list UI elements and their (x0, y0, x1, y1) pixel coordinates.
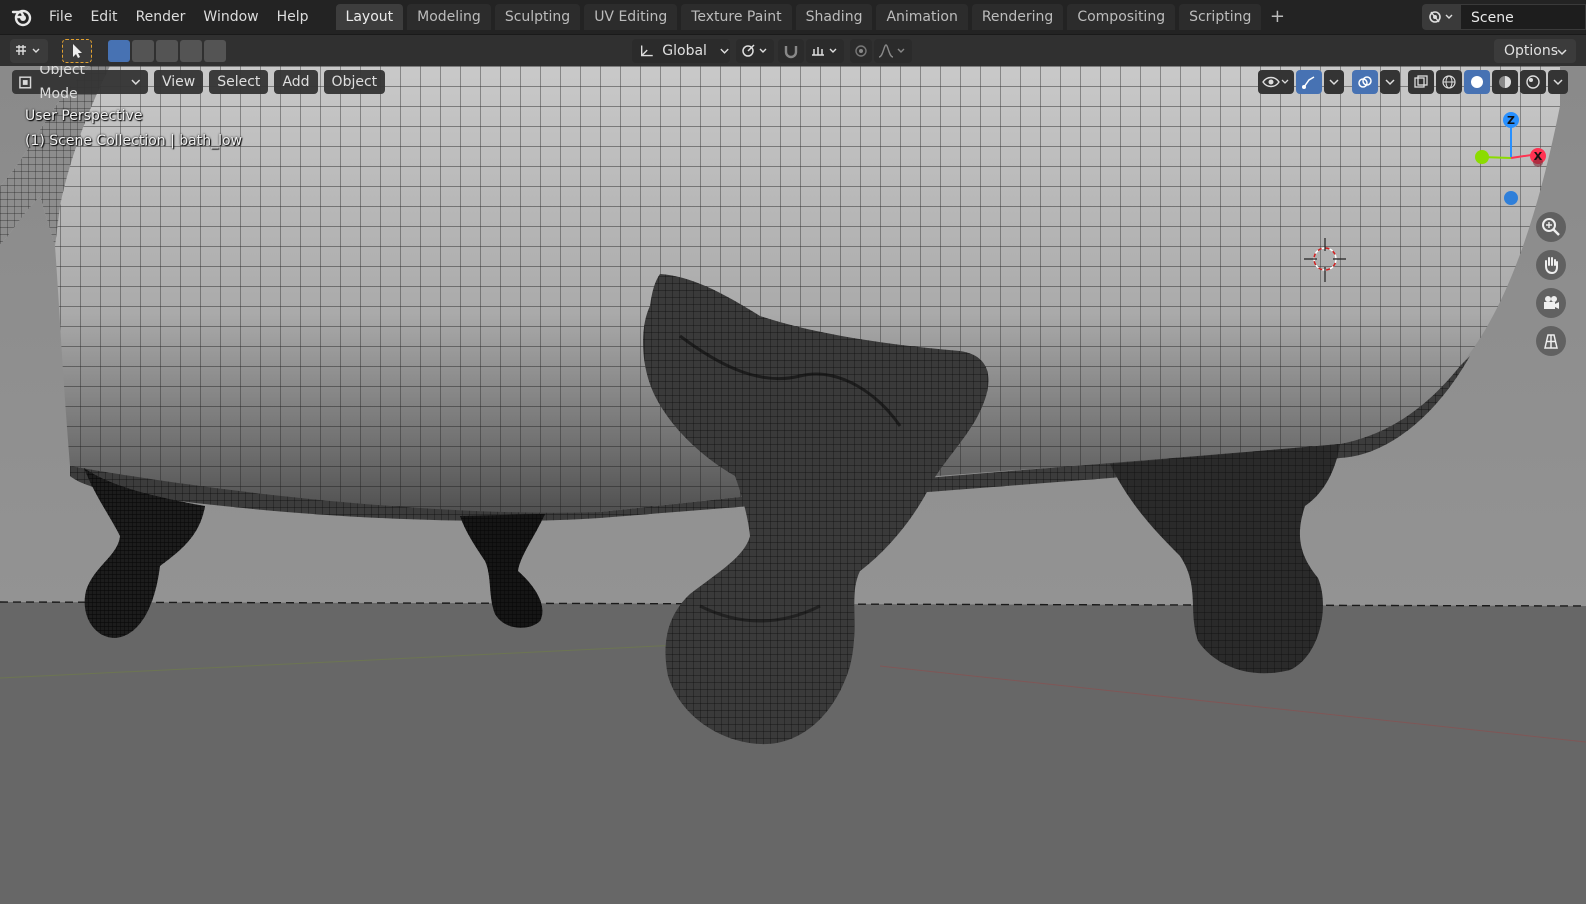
select-intersect-button[interactable] (204, 40, 226, 62)
scene-name-field[interactable]: Scene (1460, 4, 1586, 30)
eye-icon (1262, 76, 1289, 88)
tool-header: Global Options (0, 34, 1586, 66)
scene-icon[interactable] (1422, 4, 1460, 30)
tab-uv-editing[interactable]: UV Editing (584, 4, 678, 30)
gizmo-icon (1302, 76, 1315, 89)
chevron-down-icon (1385, 79, 1395, 86)
zoom-magnifier-icon (1542, 218, 1560, 236)
scene-selector[interactable]: Scene (1422, 4, 1586, 30)
collection-label: (1) Scene Collection | bath_low (25, 133, 243, 149)
chevron-down-icon (131, 79, 141, 85)
select-tool-button[interactable] (62, 39, 92, 63)
workspace-tabs: Layout Modeling Sculpting UV Editing Tex… (335, 0, 1290, 34)
viewport-header: Object Mode View Select Add Object (12, 66, 386, 102)
editor-type-button[interactable] (10, 39, 48, 63)
pivot-point-dropdown[interactable] (736, 39, 774, 63)
tab-compositing[interactable]: Compositing (1067, 4, 1176, 30)
chevron-down-icon (1553, 79, 1563, 86)
tab-sculpting[interactable]: Sculpting (494, 4, 581, 30)
editor-type-icon (16, 45, 40, 55)
menu-file[interactable]: File (40, 4, 81, 30)
shading-wireframe-button[interactable] (1436, 70, 1462, 94)
overlays-icon (1358, 76, 1372, 88)
object-mode-icon (19, 76, 32, 89)
tab-texture-paint[interactable]: Texture Paint (681, 4, 792, 30)
gizmo-dropdown[interactable] (1324, 70, 1344, 94)
tab-modeling[interactable]: Modeling (407, 4, 491, 30)
object-mode-label: Object Mode (39, 66, 86, 102)
navigation-gizmo[interactable]: Z X (1466, 112, 1556, 212)
chevron-down-icon (1557, 49, 1567, 56)
3d-viewport[interactable]: Object Mode View Select Add Object User … (0, 66, 1586, 904)
tab-scripting[interactable]: Scripting (1179, 4, 1262, 30)
gizmo-toggle-button[interactable] (1296, 70, 1322, 94)
viewport-shading-tools (1258, 70, 1568, 94)
hand-icon (1545, 257, 1558, 275)
shading-rendered-button[interactable] (1520, 70, 1546, 94)
viewport-menu-select[interactable]: Select (209, 70, 269, 94)
menu-render[interactable]: Render (127, 4, 195, 30)
proportional-falloff-dropdown[interactable] (874, 39, 912, 63)
menu-help[interactable]: Help (268, 4, 318, 30)
visibility-dropdown[interactable] (1258, 70, 1294, 94)
snap-toggle-button[interactable] (778, 39, 804, 63)
axis-orientation-icon (640, 45, 653, 57)
object-mode-dropdown[interactable]: Object Mode (12, 66, 148, 102)
grid-perspective-icon (1544, 334, 1558, 349)
overlays-toggle-button[interactable] (1352, 70, 1378, 94)
solid-sphere-icon (1471, 76, 1483, 88)
tab-rendering[interactable]: Rendering (971, 4, 1064, 30)
gizmo-x-label: X (1534, 150, 1543, 163)
options-dropdown[interactable]: Options (1494, 39, 1576, 63)
viewport-menu-object[interactable]: Object (323, 70, 386, 94)
blender-logo-icon[interactable] (8, 3, 36, 31)
pan-button[interactable] (1536, 250, 1566, 280)
overlays-dropdown[interactable] (1380, 70, 1400, 94)
transform-orientation-dropdown[interactable]: Global (632, 39, 730, 63)
camera-icon (1544, 296, 1559, 309)
camera-view-button[interactable] (1536, 288, 1566, 318)
pivot-icon (742, 44, 767, 57)
ortho-toggle-button[interactable] (1536, 326, 1566, 356)
snap-increment-icon (812, 47, 837, 56)
chevron-down-icon (1329, 79, 1339, 86)
select-invert-button[interactable] (180, 40, 202, 62)
viewport-scene (0, 66, 1586, 904)
add-workspace-button[interactable]: + (1265, 4, 1289, 30)
magnet-icon (784, 46, 798, 59)
select-new-button[interactable] (108, 40, 130, 62)
chevron-down-icon (720, 48, 729, 54)
tab-shading[interactable]: Shading (795, 4, 873, 30)
cursor-arrow-icon (73, 44, 82, 58)
falloff-curve-icon (878, 44, 905, 58)
xray-icon (1414, 75, 1428, 88)
top-menu-bar: File Edit Render Window Help Layout Mode… (0, 0, 1586, 34)
transform-orientation-label: Global (662, 43, 707, 59)
proportional-edit-icon (855, 45, 867, 57)
select-subtract-button[interactable] (156, 40, 178, 62)
perspective-label: User Perspective (25, 108, 143, 124)
options-label: Options (1504, 43, 1559, 59)
wireframe-sphere-icon (1442, 75, 1456, 89)
select-extend-button[interactable] (132, 40, 154, 62)
menu-edit[interactable]: Edit (81, 4, 126, 30)
xray-toggle-button[interactable] (1408, 70, 1434, 94)
snap-target-dropdown[interactable] (806, 39, 844, 63)
zoom-button[interactable] (1536, 212, 1566, 242)
axis-gizmo-icon: Z X (1475, 112, 1546, 205)
shading-solid-button[interactable] (1464, 70, 1490, 94)
viewport-menu-add[interactable]: Add (274, 70, 318, 94)
gizmo-z-label: Z (1507, 114, 1515, 127)
viewport-menu-view[interactable]: View (154, 70, 204, 94)
material-sphere-icon (1499, 76, 1511, 88)
menu-window[interactable]: Window (194, 4, 267, 30)
tab-layout[interactable]: Layout (335, 4, 404, 30)
shading-material-button[interactable] (1492, 70, 1518, 94)
proportional-edit-button[interactable] (850, 39, 872, 63)
shading-dropdown[interactable] (1548, 70, 1568, 94)
tab-animation[interactable]: Animation (876, 4, 968, 30)
rendered-sphere-icon (1526, 75, 1540, 89)
